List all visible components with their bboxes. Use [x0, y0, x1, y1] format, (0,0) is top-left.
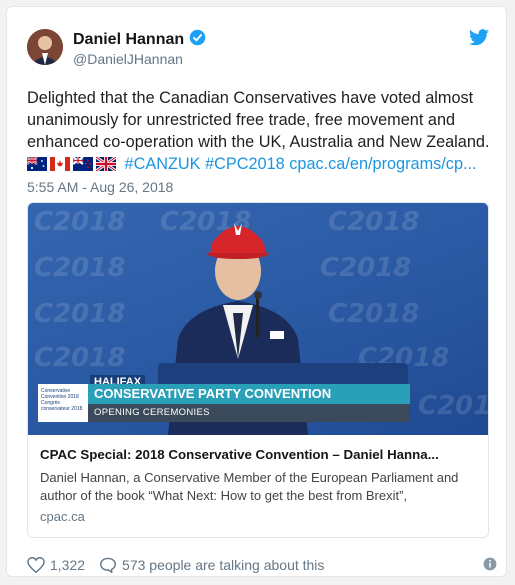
banner-subtitle: OPENING CEREMONIES [88, 404, 410, 422]
timestamp[interactable]: 5:55 AM - Aug 26, 2018 [27, 179, 173, 195]
bg-logo-text: C2018 [328, 299, 420, 329]
banner-title: CONSERVATIVE PARTY CONVENTION [88, 384, 410, 404]
uk-flag-icon [96, 157, 116, 171]
flag-emojis [27, 157, 116, 171]
info-icon[interactable] [483, 557, 497, 574]
canada-flag-icon [50, 157, 70, 171]
avatar[interactable] [27, 29, 63, 65]
like-count[interactable]: 1,322 [50, 557, 85, 573]
tweet-text: Delighted that the Canadian Conservative… [27, 87, 497, 175]
link-card-description: Daniel Hannan, a Conservative Member of … [40, 470, 459, 503]
tweet-link[interactable]: cpac.ca/en/programs/cp... [289, 155, 476, 173]
author-handle[interactable]: @DanielJHannan [73, 51, 183, 67]
link-preview-card[interactable]: C2018 C2018 C2018 C2018 C2018 C2018 C201… [27, 202, 489, 538]
video-thumbnail[interactable]: C2018 C2018 C2018 C2018 C2018 C2018 C201… [28, 203, 488, 435]
link-card-text[interactable]: CPAC Special: 2018 Conservative Conventi… [28, 435, 488, 534]
tweet-card: Daniel Hannan @DanielJHannan Delighted t… [6, 6, 507, 577]
bg-logo-text: C2018 [34, 343, 126, 373]
convention-logo: Conservative Convention 2018 Congrès con… [38, 384, 88, 422]
tweet-body: Delighted that the Canadian Conservative… [27, 89, 490, 151]
bg-logo-text: C2018 [34, 253, 126, 283]
speech-bubble-icon [100, 557, 117, 573]
twitter-bird-icon[interactable] [468, 29, 490, 52]
bg-logo-text: C2018 [34, 299, 126, 329]
podium [158, 363, 408, 385]
link-card-title[interactable]: CPAC Special: 2018 Conservative Conventi… [40, 447, 476, 462]
australia-flag-icon [27, 157, 47, 171]
bg-logo-text: C2018 [418, 391, 488, 421]
reply-conversation-button[interactable]: 573 people are talking about this [99, 557, 324, 573]
bg-logo-text: C2018 [320, 253, 412, 283]
bg-logo-text: C2018 [34, 207, 126, 237]
link-card-domain[interactable]: cpac.ca [40, 509, 476, 524]
talking-count[interactable]: 573 people are talking about this [122, 557, 324, 573]
hashtag-canzuk[interactable]: #CANZUK [125, 155, 201, 173]
bg-logo-text: C2018 [328, 207, 420, 237]
display-name[interactable]: Daniel Hannan [73, 29, 206, 51]
verified-badge-icon [189, 29, 206, 51]
hashtag-cpc2018[interactable]: #CPC2018 [205, 155, 285, 173]
like-button[interactable]: 1,322 [27, 557, 85, 573]
author-name[interactable]: Daniel Hannan [73, 31, 184, 49]
heart-icon [27, 557, 45, 573]
tweet-footer: 1,322 573 people are talking about this [27, 555, 497, 575]
new-zealand-flag-icon [73, 157, 93, 171]
